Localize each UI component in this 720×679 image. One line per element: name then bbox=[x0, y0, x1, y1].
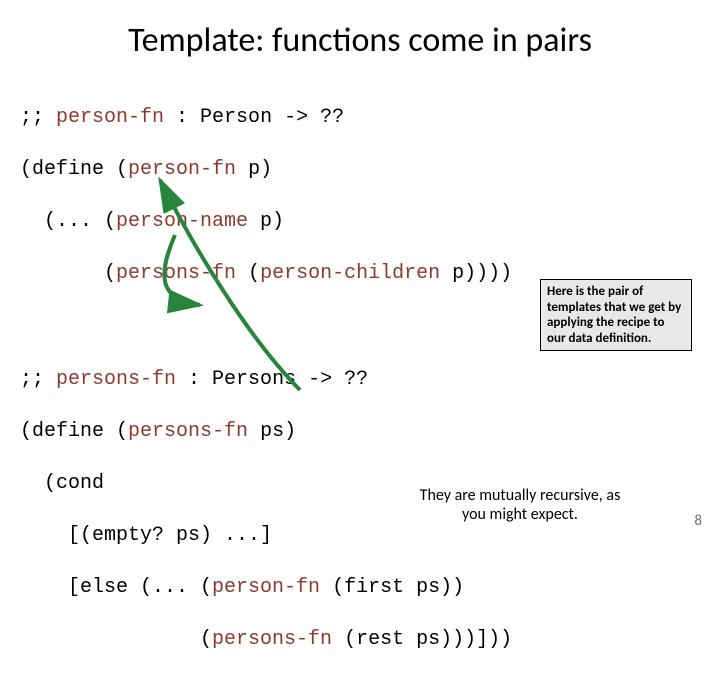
t: p) bbox=[236, 158, 272, 181]
t: persons-fn bbox=[56, 368, 176, 391]
t: ( bbox=[236, 262, 260, 285]
t: (... ( bbox=[20, 210, 116, 233]
t: person-children bbox=[260, 262, 440, 285]
t: (define ( bbox=[20, 420, 128, 443]
t: person-fn bbox=[212, 576, 320, 599]
t: (cond bbox=[20, 472, 104, 495]
t: : Persons -> ?? bbox=[176, 368, 368, 391]
t: p)))) bbox=[440, 262, 512, 285]
slide-title: Template: functions come in pairs bbox=[0, 0, 720, 71]
callout-pair: Here is the pair of templates that we ge… bbox=[540, 279, 692, 351]
t: persons-fn bbox=[116, 262, 236, 285]
t: person-fn bbox=[56, 106, 164, 129]
t: persons-fn bbox=[128, 420, 248, 443]
t: ( bbox=[20, 262, 116, 285]
t: ;; bbox=[20, 368, 56, 391]
t: ;; bbox=[20, 106, 56, 129]
t: [(empty? ps) ...] bbox=[20, 524, 272, 547]
t: (rest ps)))])) bbox=[332, 628, 512, 651]
t: p) bbox=[248, 210, 284, 233]
t: person-fn bbox=[128, 158, 236, 181]
callout-recursive: They are mutually recursive, as you migh… bbox=[410, 482, 630, 528]
t: persons-fn bbox=[212, 628, 332, 651]
t: person-name bbox=[116, 210, 248, 233]
t: [else (... ( bbox=[20, 576, 212, 599]
t: : Person -> ?? bbox=[164, 106, 344, 129]
t: ps) bbox=[248, 420, 296, 443]
t: (first ps)) bbox=[320, 576, 464, 599]
t: ( bbox=[20, 628, 212, 651]
t: (define ( bbox=[20, 158, 128, 181]
code-block-1: ;; person-fn : Person -> ?? (define (per… bbox=[0, 71, 720, 313]
